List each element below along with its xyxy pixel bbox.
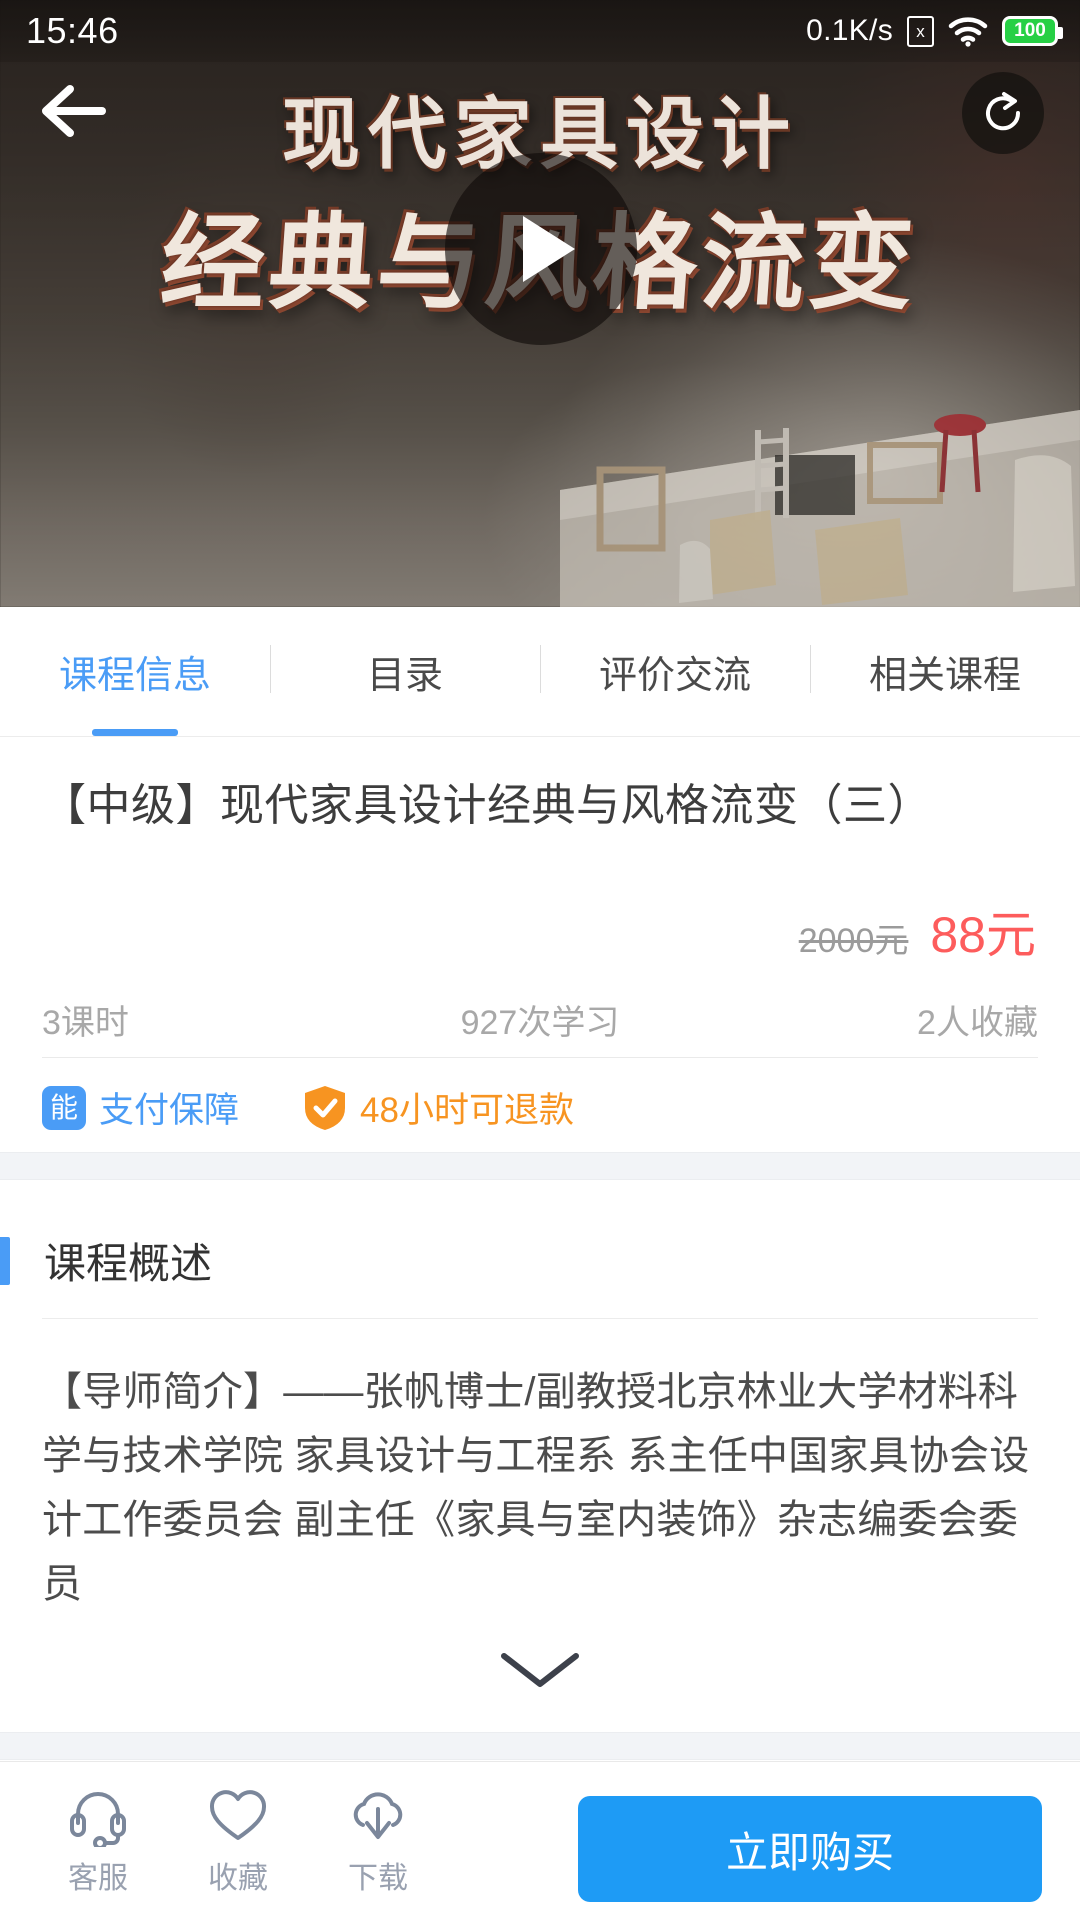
download-button[interactable]: 下载 bbox=[308, 1762, 448, 1920]
favorite-count: 2人收藏 bbox=[917, 1004, 1038, 1042]
sim-card-disabled-icon: x bbox=[907, 15, 934, 47]
course-tabs: 课程信息 目录 评价交流 相关课程 bbox=[0, 607, 1080, 737]
stats-divider bbox=[42, 1057, 1038, 1058]
back-button[interactable] bbox=[30, 78, 118, 144]
back-arrow-icon bbox=[42, 85, 106, 137]
tab-related-courses[interactable]: 相关课程 bbox=[810, 607, 1080, 736]
customer-service-button[interactable]: 客服 bbox=[28, 1762, 168, 1920]
original-price: 2000元 bbox=[798, 922, 909, 960]
status-bar: 15:46 0.1K/s x 100 bbox=[0, 0, 1080, 62]
section-accent-bar bbox=[0, 1236, 10, 1285]
tab-label: 课程信息 bbox=[58, 655, 211, 697]
tab-course-info[interactable]: 课程信息 bbox=[0, 607, 270, 736]
current-price: 88元 bbox=[930, 907, 1036, 963]
section-spacer-bottom bbox=[0, 1732, 1080, 1760]
guarantee-badges: 能 支付保障 48小时可退款 bbox=[42, 1082, 574, 1133]
price-row: 2000元 88元 bbox=[799, 895, 1036, 967]
network-speed-text: 0.1K/s bbox=[806, 14, 893, 47]
sim-x-glyph: x bbox=[916, 21, 925, 41]
furniture-silhouettes bbox=[560, 410, 1080, 607]
tab-reviews[interactable]: 评价交流 bbox=[540, 607, 810, 736]
overview-section-header: 课程概述 bbox=[0, 1230, 1080, 1291]
status-indicators: 0.1K/s x 100 bbox=[806, 14, 1063, 48]
expand-description-button[interactable] bbox=[460, 1620, 620, 1716]
status-time: 15:46 bbox=[26, 10, 119, 51]
wifi-icon bbox=[948, 17, 988, 47]
overview-description: 【导师简介】——张帆博士/副教授北京林业大学材料科学与技术学院 家具设计与工程系… bbox=[42, 1370, 1030, 1606]
battery-level-text: 100 bbox=[1014, 20, 1046, 41]
favorite-label: 收藏 bbox=[208, 1862, 268, 1895]
bottom-action-bar: 客服 收藏 下载 立即购买 bbox=[0, 1761, 1080, 1920]
tab-label: 评价交流 bbox=[598, 655, 751, 697]
heart-icon bbox=[210, 1790, 266, 1840]
share-icon bbox=[986, 92, 1021, 131]
course-video-hero[interactable]: 现代家具设计 经典与风格流变 bbox=[0, 0, 1080, 607]
cloud-download-icon bbox=[353, 1792, 403, 1839]
refund-label: 48小时可退款 bbox=[360, 1091, 574, 1130]
customer-service-label: 客服 bbox=[68, 1862, 128, 1895]
course-stats: 3课时 927次学习 2人收藏 bbox=[42, 995, 1038, 1044]
chevron-down-icon bbox=[501, 1653, 579, 1687]
headset-icon bbox=[70, 1792, 126, 1847]
play-button[interactable] bbox=[445, 153, 637, 345]
refund-badge[interactable]: 48小时可退款 bbox=[303, 1082, 574, 1133]
buy-now-button[interactable]: 立即购买 bbox=[578, 1796, 1042, 1902]
course-title: 【中级】现代家具设计经典与风格流变（三） bbox=[42, 781, 932, 830]
payment-shield-icon: 能 bbox=[42, 1085, 86, 1130]
payment-guarantee-badge[interactable]: 能 支付保障 bbox=[42, 1082, 239, 1133]
tab-label: 目录 bbox=[366, 655, 443, 697]
battery-icon: 100 bbox=[1002, 16, 1063, 46]
section-spacer-top bbox=[0, 1152, 1080, 1180]
favorite-button[interactable]: 收藏 bbox=[168, 1762, 308, 1920]
payment-guarantee-label: 支付保障 bbox=[99, 1091, 240, 1130]
overview-rule bbox=[42, 1318, 1038, 1319]
overview-title: 课程概述 bbox=[44, 1240, 213, 1287]
download-label: 下载 bbox=[348, 1862, 408, 1895]
tab-label: 相关课程 bbox=[868, 655, 1021, 697]
share-button[interactable] bbox=[962, 72, 1044, 154]
tab-catalog[interactable]: 目录 bbox=[270, 607, 540, 736]
learn-count: 927次学习 bbox=[460, 1004, 620, 1042]
shield-check-icon bbox=[305, 1085, 346, 1130]
play-icon bbox=[523, 216, 575, 282]
lesson-count: 3课时 bbox=[42, 1004, 129, 1042]
course-detail-screen: 现代家具设计 经典与风格流变 15:46 0.1K/s x bbox=[0, 0, 1080, 1920]
